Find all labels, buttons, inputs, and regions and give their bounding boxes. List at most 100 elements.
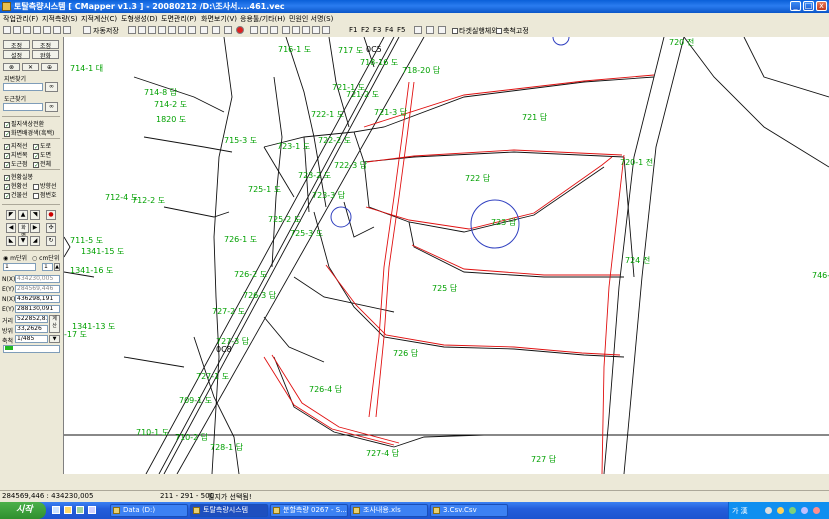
- menu-tools[interactable]: 응용툴/기타(H): [240, 14, 285, 24]
- move-icon[interactable]: ✣: [46, 223, 56, 233]
- parcel-label[interactable]: 727-4 답: [366, 448, 399, 459]
- nx-input[interactable]: 436298,191: [15, 295, 60, 303]
- dashed-outline-checkbox[interactable]: [452, 28, 458, 34]
- new-icon[interactable]: [3, 26, 11, 34]
- parcel-label[interactable]: 723-1 도: [277, 141, 310, 152]
- parcel-label[interactable]: 727-2 도: [212, 306, 245, 317]
- task-split-survey[interactable]: 분할측량 0267 - S...: [270, 504, 348, 517]
- task-excel[interactable]: 조사내용.xls: [350, 504, 428, 517]
- maximize-button[interactable]: □: [803, 1, 814, 11]
- layer-hyeonhwangseon[interactable]: 현황선: [4, 181, 28, 190]
- control-point-label[interactable]: 0C8: [216, 345, 232, 354]
- parcel-label[interactable]: 722 답: [465, 173, 490, 184]
- scale-fix-checkbox[interactable]: [496, 28, 502, 34]
- parcel-label[interactable]: 714-1 대: [70, 63, 103, 74]
- binoculars-icon[interactable]: ∞: [45, 82, 58, 92]
- draw-polyline-icon[interactable]: [426, 26, 434, 34]
- layer-checkbox[interactable]: [4, 161, 10, 168]
- tray-alert-icon[interactable]: [813, 507, 820, 514]
- adjust-button-2[interactable]: 조정: [32, 40, 59, 50]
- parcel-label[interactable]: 711-5 도: [70, 235, 103, 246]
- layer-checkbox[interactable]: [4, 192, 10, 199]
- layer-checkbox[interactable]: [4, 174, 10, 181]
- parcel-label[interactable]: 746-2: [812, 271, 829, 280]
- quicklaunch-ie-icon[interactable]: [52, 506, 60, 514]
- parcel-label[interactable]: 715-3 도: [224, 135, 257, 146]
- layer-banghyangseon[interactable]: 방향선: [33, 181, 57, 190]
- parcel-label[interactable]: 721-2 도: [346, 89, 379, 100]
- export-icon[interactable]: [43, 26, 51, 34]
- parcel-label[interactable]: 718-20 답: [402, 65, 440, 76]
- parcel-label[interactable]: 722-1 도: [311, 109, 344, 120]
- layer-all[interactable]: 전체: [33, 159, 51, 168]
- point-icon[interactable]: [302, 26, 310, 34]
- tool-icon-2[interactable]: ✕: [22, 63, 39, 71]
- tray-volume-icon[interactable]: [777, 507, 784, 514]
- close-button[interactable]: x: [816, 1, 827, 11]
- tray-network-icon[interactable]: [765, 507, 772, 514]
- layer-dogeunjeom[interactable]: 도근점: [4, 159, 28, 168]
- bg-color-checkbox[interactable]: [4, 130, 10, 137]
- tray-security-icon[interactable]: [789, 507, 796, 514]
- parcel-label[interactable]: 710-2 답: [175, 432, 208, 443]
- undo-icon[interactable]: [250, 26, 258, 34]
- layer-jibeonmok[interactable]: 지번목: [4, 150, 28, 159]
- zoom-out-icon[interactable]: [158, 26, 166, 34]
- jibeon-search-input[interactable]: [3, 83, 43, 91]
- binoculars-icon[interactable]: ∞: [45, 102, 58, 112]
- nav-up-left-icon[interactable]: ◤: [6, 210, 16, 220]
- scale-input[interactable]: 1/485: [15, 335, 48, 343]
- line-icon[interactable]: [312, 26, 320, 34]
- save-icon[interactable]: [23, 26, 31, 34]
- nav-right-icon[interactable]: ▶: [30, 223, 40, 233]
- parcel-label[interactable]: 721-3 답: [374, 107, 407, 118]
- parcel-label[interactable]: -17 도: [64, 329, 87, 340]
- task-total-survey[interactable]: 토탈측량시스템: [190, 504, 268, 517]
- parcel-label-selected[interactable]: 723 답: [491, 217, 516, 228]
- quicklaunch-folder-icon[interactable]: [64, 506, 72, 514]
- scale-fix-toggle[interactable]: 축척고정: [496, 26, 529, 36]
- grid-icon[interactable]: [224, 26, 232, 34]
- map-canvas[interactable]: 716-1 도 717 도 0C5 720 전 714-1 대 718-16 도…: [64, 37, 829, 474]
- parcel-label[interactable]: 722-3 답: [334, 160, 367, 171]
- layer-checkbox[interactable]: [33, 192, 39, 199]
- parcel-label[interactable]: 726-3 답: [243, 290, 276, 301]
- parcel-label[interactable]: 727 답: [531, 454, 556, 465]
- nav-center-button[interactable]: 화면: [18, 223, 29, 239]
- parcel-label[interactable]: 1341-15 도: [81, 246, 124, 257]
- layer-checkbox[interactable]: [33, 143, 39, 150]
- layer-checkbox[interactable]: [4, 143, 10, 150]
- parcel-label[interactable]: 712-2 도: [132, 195, 165, 206]
- nav-down-right-icon[interactable]: ◢: [30, 236, 40, 246]
- distance-input[interactable]: 522852,81: [15, 315, 48, 323]
- parcel-color-toggle[interactable]: 필지색상전환: [4, 119, 44, 128]
- draw-shape-icon[interactable]: [438, 26, 446, 34]
- step-input-2[interactable]: 1: [42, 263, 53, 271]
- settings-button[interactable]: 설정: [3, 50, 30, 60]
- parcel-label[interactable]: 725-1 도: [248, 184, 281, 195]
- ime-indicator[interactable]: 가 漢: [732, 506, 748, 516]
- menu-view[interactable]: 화면보기(V): [201, 14, 237, 24]
- start-button[interactable]: 시작: [0, 502, 46, 519]
- unit-cm-radio[interactable]: ○ cm단위: [32, 253, 59, 262]
- quicklaunch-app-icon[interactable]: [88, 506, 96, 514]
- parcel-label[interactable]: 720-1 전: [620, 157, 653, 168]
- nav-up-icon[interactable]: ▲: [18, 210, 28, 220]
- step-input[interactable]: 1: [3, 263, 36, 271]
- parcel-label[interactable]: 709-1 도: [179, 395, 212, 406]
- layer-hyeonhwang-silbong[interactable]: 현황실봉: [4, 172, 33, 181]
- parcel-label[interactable]: 727-1 도: [196, 371, 229, 382]
- nav-down-left-icon[interactable]: ◣: [6, 236, 16, 246]
- layer-jeombeonho[interactable]: 점번호: [33, 190, 57, 199]
- tool-icon-1[interactable]: ⊗: [3, 63, 20, 71]
- parcel-label[interactable]: 720 전: [669, 37, 694, 48]
- record-icon[interactable]: ●: [46, 210, 56, 220]
- parcel-color-checkbox[interactable]: [4, 121, 10, 128]
- parcel-label[interactable]: 723-2 도: [298, 170, 331, 181]
- parcel-label[interactable]: 723-3 답: [312, 190, 345, 201]
- menu-file[interactable]: 작업관리(F): [3, 14, 38, 24]
- parcel-label[interactable]: 726-2 도: [234, 269, 267, 280]
- parcel-label[interactable]: 724 전: [625, 255, 650, 266]
- task-csv[interactable]: 3.Csv.Csv: [430, 504, 508, 517]
- draw-line-icon[interactable]: [414, 26, 422, 34]
